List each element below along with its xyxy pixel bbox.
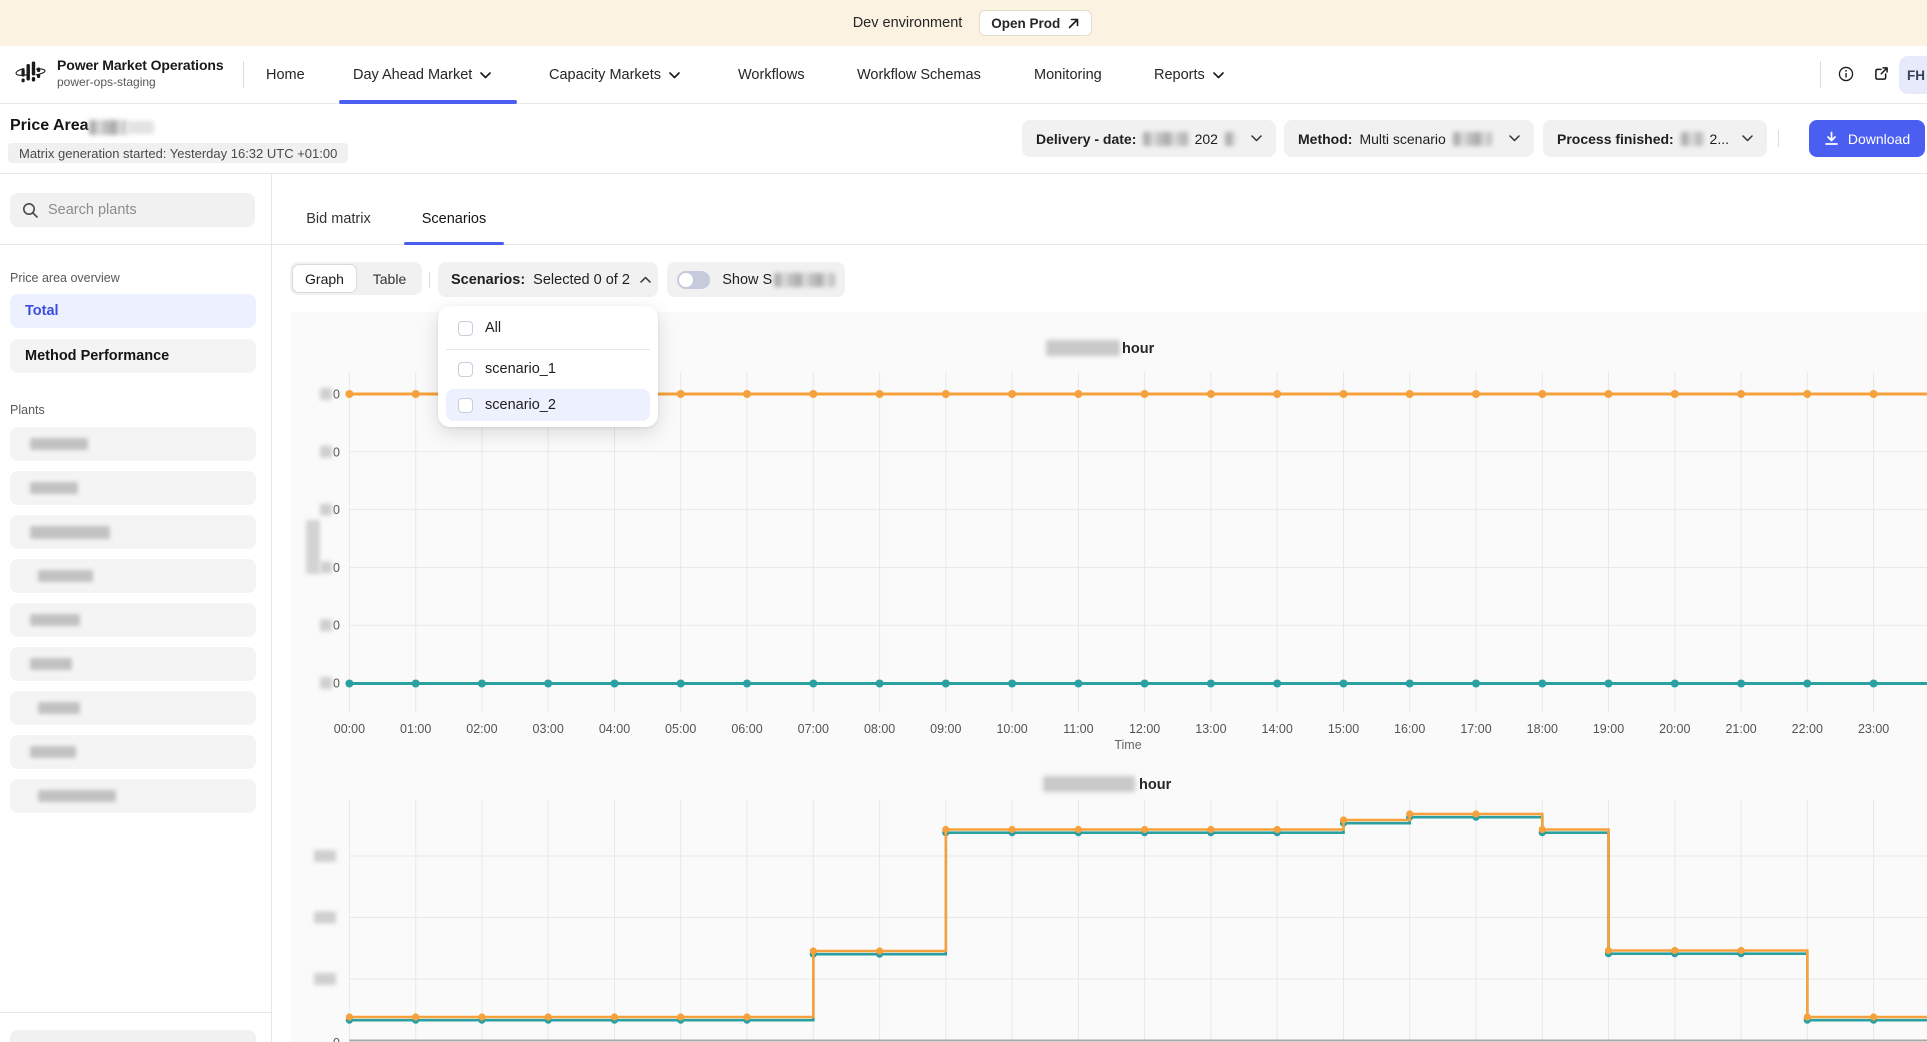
svg-text:0: 0 [333,388,340,402]
svg-text:21:00: 21:00 [1725,722,1756,736]
svg-text:0: 0 [333,503,340,517]
svg-text:14:00: 14:00 [1262,722,1293,736]
svg-text:06:00: 06:00 [731,722,762,736]
svg-text:13:00: 13:00 [1195,722,1226,736]
svg-text:23:00: 23:00 [1858,722,1889,736]
svg-text:22:00: 22:00 [1792,722,1823,736]
svg-text:08:00: 08:00 [864,722,895,736]
svg-text:hour: hour [1139,777,1172,793]
svg-text:20:00: 20:00 [1659,722,1690,736]
svg-text:0: 0 [333,619,340,633]
svg-text:19:00: 19:00 [1593,722,1624,736]
svg-text:00:00: 00:00 [334,722,365,736]
svg-text:hour: hour [1122,341,1155,357]
svg-text:0: 0 [333,1036,340,1042]
svg-text:05:00: 05:00 [665,722,696,736]
svg-text:09:00: 09:00 [930,722,961,736]
svg-text:16:00: 16:00 [1394,722,1425,736]
svg-text:02:00: 02:00 [466,722,497,736]
svg-text:Time: Time [1114,738,1141,752]
svg-text:17:00: 17:00 [1460,722,1491,736]
svg-text:15:00: 15:00 [1328,722,1359,736]
svg-text:01:00: 01:00 [400,722,431,736]
svg-text:10:00: 10:00 [996,722,1027,736]
svg-text:0: 0 [333,445,340,459]
svg-text:11:00: 11:00 [1063,722,1093,736]
svg-text:04:00: 04:00 [599,722,630,736]
svg-text:0: 0 [333,677,340,691]
svg-text:07:00: 07:00 [798,722,829,736]
svg-text:0: 0 [333,561,340,575]
svg-text:03:00: 03:00 [533,722,564,736]
svg-text:12:00: 12:00 [1129,722,1160,736]
svg-text:18:00: 18:00 [1527,722,1558,736]
